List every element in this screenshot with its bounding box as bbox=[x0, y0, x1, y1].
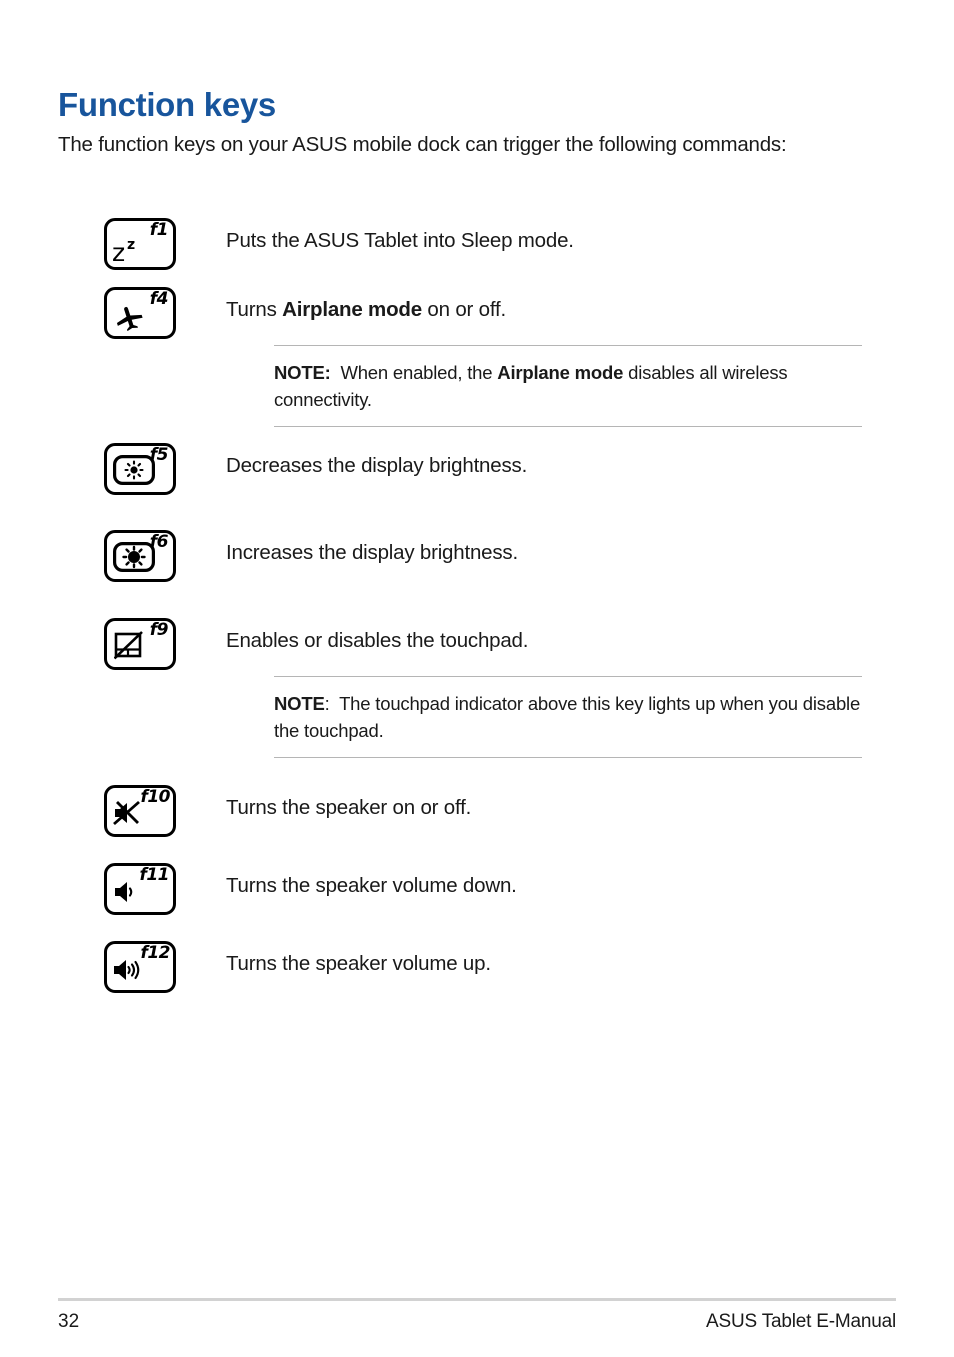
description-f1: Puts the ASUS Tablet into Sleep mode. bbox=[226, 229, 574, 252]
keycap-f5[interactable]: f5 bbox=[104, 443, 176, 495]
keycap-f12[interactable]: f12 bbox=[104, 941, 176, 993]
description-f11: Turns the speaker volume down. bbox=[226, 874, 517, 897]
keycap-label-f1: f1 bbox=[149, 220, 169, 240]
description-f5: Decreases the display brightness. bbox=[226, 454, 528, 477]
brightness-up-icon bbox=[113, 542, 155, 572]
footer-page-number: 32 bbox=[58, 1311, 80, 1332]
description-f10: Turns the speaker on or off. bbox=[226, 796, 472, 819]
speaker-mute-icon bbox=[113, 798, 147, 828]
keycap-f6[interactable]: f6 bbox=[104, 530, 176, 582]
svg-text:z: z bbox=[127, 237, 135, 253]
keycap-f10[interactable]: f10 bbox=[104, 785, 176, 837]
footer-divider bbox=[58, 1298, 896, 1301]
description-f12: Turns the speaker volume up. bbox=[226, 952, 491, 975]
note-text: NOTE: When enabled, the Airplane mode di… bbox=[274, 362, 788, 411]
description-f9: Enables or disables the touchpad. bbox=[226, 629, 529, 652]
brightness-down-icon bbox=[113, 455, 155, 485]
description-f6: Increases the display brightness. bbox=[226, 541, 518, 564]
volume-up-icon bbox=[112, 956, 152, 984]
note-touchpad-indicator: NOTE: The touchpad indicator above this … bbox=[274, 676, 862, 759]
svg-text:z: z bbox=[112, 238, 125, 264]
footer-manual-title: ASUS Tablet E-Manual bbox=[706, 1311, 896, 1332]
airplane-icon bbox=[114, 305, 144, 331]
keycap-f9[interactable]: f9 bbox=[104, 618, 176, 670]
sleep-zz-icon: z z bbox=[112, 234, 152, 264]
keycap-f4[interactable]: f4 bbox=[104, 287, 176, 339]
description-f4: Turns Airplane mode on or off. bbox=[226, 298, 506, 321]
keycap-label-f9: f9 bbox=[149, 620, 169, 640]
note-airplane-mode: NOTE: When enabled, the Airplane mode di… bbox=[274, 345, 862, 428]
page-title: Function keys bbox=[58, 86, 276, 123]
keycap-f1[interactable]: f1 z z bbox=[104, 218, 176, 270]
volume-down-icon bbox=[113, 878, 145, 906]
note-text: NOTE: The touchpad indicator above this … bbox=[274, 693, 861, 742]
intro-paragraph: The function keys on your ASUS mobile do… bbox=[58, 133, 787, 156]
keycap-f11[interactable]: f11 bbox=[104, 863, 176, 915]
keycap-label-f4: f4 bbox=[149, 289, 169, 309]
touchpad-disabled-icon bbox=[114, 631, 146, 661]
manual-page: Function keys The function keys on your … bbox=[0, 0, 954, 1357]
